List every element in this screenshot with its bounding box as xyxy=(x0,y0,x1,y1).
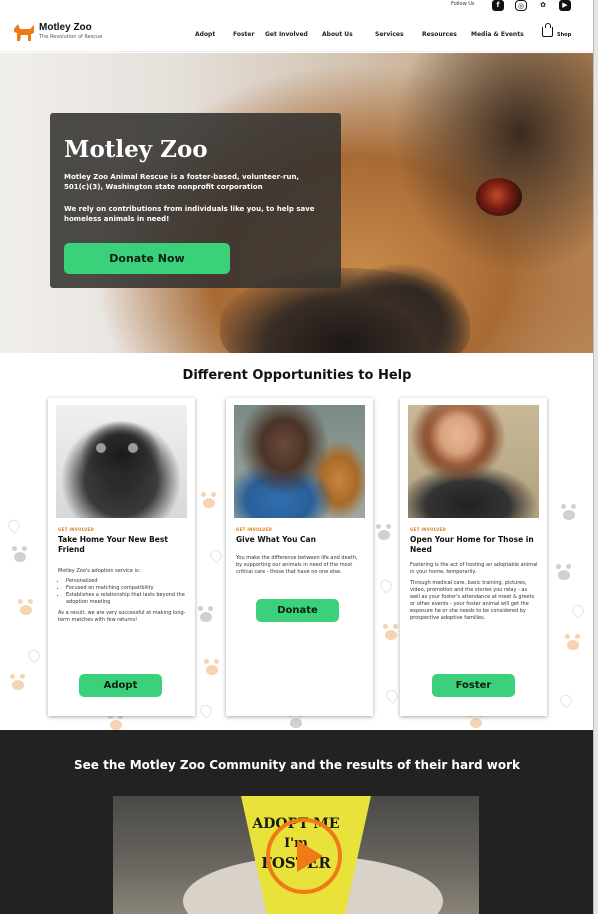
top-bar: Follow Us f ◎ ✿ ▶ xyxy=(0,0,593,12)
opportunities-title: Different Opportunities to Help xyxy=(182,368,412,383)
community-title: See the Motley Zoo Community and the res… xyxy=(74,758,520,772)
card-body: Fostering is the act of hosting an adopt… xyxy=(410,562,538,625)
list-item: Establishes a relationship that lasts be… xyxy=(66,592,186,606)
volunteer-with-dog-photo xyxy=(234,405,365,518)
heart-icon xyxy=(383,687,401,704)
paw-icon xyxy=(556,564,571,580)
hero-title: Motley Zoo xyxy=(64,136,208,163)
paw-icon xyxy=(18,599,33,615)
paw-icon xyxy=(198,606,213,622)
adoption-bullets: Personalized Focused on matching compati… xyxy=(66,578,186,606)
foster-card: GET INVOLVED Open Your Home for Those in… xyxy=(400,398,547,716)
card-kicker: GET INVOLVED xyxy=(58,527,95,532)
paw-icon xyxy=(565,634,580,650)
nav-item-get-involved[interactable]: Get Involved xyxy=(265,31,308,38)
card-title: Give What You Can xyxy=(236,535,316,544)
card-title: Take Home Your New Best Friend xyxy=(58,535,168,554)
paw-icon xyxy=(201,492,216,508)
paw-icon xyxy=(383,624,398,640)
paw-icon xyxy=(10,674,25,690)
heart-icon xyxy=(207,547,225,564)
paw-icon xyxy=(376,524,391,540)
woman-with-dogs-photo xyxy=(408,405,539,518)
adopt-button[interactable]: Adopt xyxy=(79,674,162,697)
community-video[interactable]: ADOPT ME I'm FOSTER xyxy=(113,796,479,914)
paw-icon xyxy=(108,714,123,730)
adopt-card: GET INVOLVED Take Home Your New Best Fri… xyxy=(48,398,195,716)
paw-icon xyxy=(288,712,303,728)
card-body-paragraph: Fostering is the act of hosting an adopt… xyxy=(410,562,538,575)
card-outro: As a result, we are very successful at m… xyxy=(58,610,186,623)
card-body-paragraph: Through medical care, basic training, pi… xyxy=(410,580,535,621)
hero-description: Motley Zoo Animal Rescue is a foster-bas… xyxy=(64,173,300,191)
donate-now-button[interactable]: Donate Now xyxy=(64,243,230,274)
card-body: Motley Zoo's adoption service is: Person… xyxy=(58,568,186,627)
follow-us-label: Follow Us xyxy=(451,1,475,7)
dog-logo-icon[interactable] xyxy=(12,21,36,43)
donate-card: GET INVOLVED Give What You Can You make … xyxy=(226,398,373,716)
list-item: Focused on matching compatibility xyxy=(66,585,186,592)
nav-item-resources[interactable]: Resources xyxy=(422,31,457,38)
card-intro: Motley Zoo's adoption service is: xyxy=(58,568,141,574)
heart-icon xyxy=(197,702,215,719)
list-item: Personalized xyxy=(66,578,186,585)
shopping-bag-icon[interactable] xyxy=(542,23,553,37)
heart-icon xyxy=(569,602,587,619)
youtube-icon[interactable]: ▶ xyxy=(559,0,571,11)
brand-name[interactable]: Motley Zoo xyxy=(39,22,92,33)
play-icon[interactable] xyxy=(266,818,342,894)
page: Follow Us f ◎ ✿ ▶ Motley Zoo The Revolut… xyxy=(0,0,594,914)
paw-icon xyxy=(561,504,576,520)
facebook-icon[interactable]: f xyxy=(492,0,504,11)
card-kicker: GET INVOLVED xyxy=(236,527,273,532)
shop-link[interactable]: Shop xyxy=(557,32,571,38)
nav-item-adopt[interactable]: Adopt xyxy=(195,31,215,38)
foster-button[interactable]: Foster xyxy=(432,674,515,697)
card-title: Open Your Home for Those in Need xyxy=(410,535,534,554)
nav-item-media-events[interactable]: Media & Events xyxy=(471,31,524,38)
nav-item-foster[interactable]: Foster xyxy=(233,31,254,38)
nav-item-about-us[interactable]: About Us xyxy=(322,31,353,38)
dog-eye-image xyxy=(476,178,522,216)
donate-button[interactable]: Donate xyxy=(256,599,339,622)
card-kicker: GET INVOLVED xyxy=(410,527,447,532)
card-body: You make the difference between life and… xyxy=(236,555,358,575)
hero-appeal: We rely on contributions from individual… xyxy=(64,205,315,223)
brand-tagline: The Revolution of Rescue xyxy=(39,34,103,40)
heart-icon xyxy=(557,692,575,709)
instagram-icon[interactable]: ◎ xyxy=(515,0,527,11)
site-header: Motley Zoo The Revolution of Rescue Adop… xyxy=(0,12,593,52)
nav-item-services[interactable]: Services xyxy=(375,31,404,38)
pug-photo xyxy=(56,405,187,518)
paw-icon xyxy=(204,659,219,675)
heart-icon xyxy=(5,517,23,534)
heart-icon xyxy=(377,577,395,594)
window-edge xyxy=(594,0,598,914)
paw-icon xyxy=(12,546,27,562)
heart-icon xyxy=(25,647,43,664)
paw-icon xyxy=(468,712,483,728)
twitter-icon[interactable]: ✿ xyxy=(537,0,549,11)
